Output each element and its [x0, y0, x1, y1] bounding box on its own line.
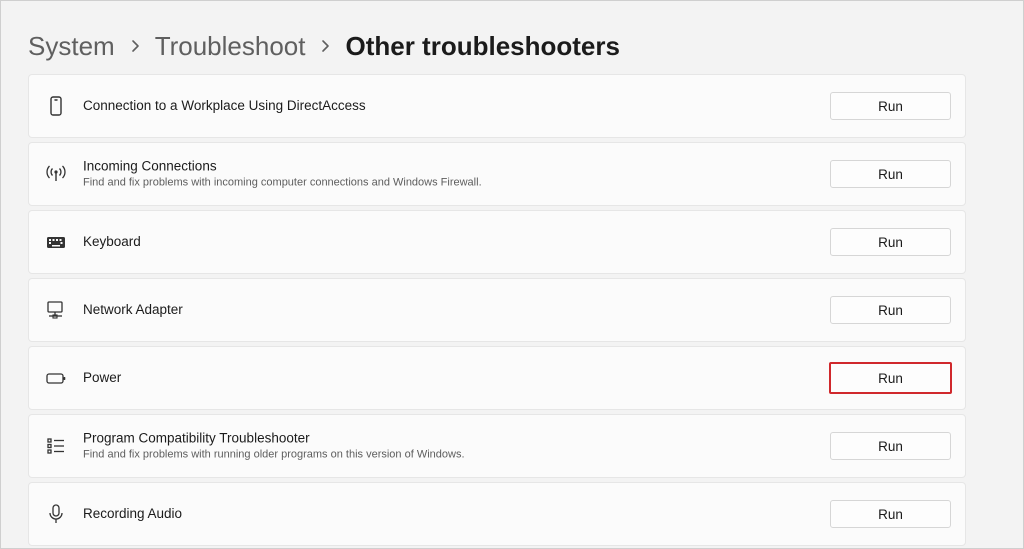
troubleshooter-item-power: Power Run [28, 346, 966, 410]
list-icon [45, 435, 67, 457]
troubleshooter-item-recording-audio: Recording Audio Run [28, 482, 966, 546]
keyboard-icon [45, 231, 67, 253]
run-button[interactable]: Run [830, 500, 951, 528]
troubleshooter-title: Network Adapter [83, 302, 183, 317]
battery-icon [45, 367, 67, 389]
troubleshooter-item-program-compatibility: Program Compatibility Troubleshooter Fin… [28, 414, 966, 478]
run-button[interactable]: Run [830, 228, 951, 256]
troubleshooter-title: Program Compatibility Troubleshooter [83, 430, 310, 446]
troubleshooter-title: Recording Audio [83, 506, 183, 521]
troubleshooter-title: Connection to a Workplace Using DirectAc… [83, 98, 366, 113]
troubleshooter-item-directaccess: Connection to a Workplace Using DirectAc… [28, 74, 966, 138]
breadcrumb-troubleshoot[interactable]: Troubleshoot [155, 28, 306, 64]
troubleshooter-description: Find and fix problems with running older… [83, 448, 465, 461]
run-button[interactable]: Run [830, 160, 951, 188]
run-button[interactable]: Run [829, 362, 952, 394]
troubleshooter-description: Find and fix problems with incoming comp… [83, 176, 482, 189]
run-button[interactable]: Run [830, 92, 951, 120]
run-button[interactable]: Run [830, 296, 951, 324]
chevron-right-icon [305, 28, 345, 64]
troubleshooter-item-network-adapter: Network Adapter Run [28, 278, 966, 342]
troubleshooter-item-incoming-connections: Incoming Connections Find and fix proble… [28, 142, 966, 206]
troubleshooter-title: Incoming Connections [83, 158, 217, 174]
page-title: Other troubleshooters [345, 31, 620, 61]
breadcrumb: System Troubleshoot Other troubleshooter… [28, 28, 620, 64]
chevron-right-icon [115, 28, 155, 64]
troubleshooter-title: Keyboard [83, 234, 141, 249]
phone-device-icon [45, 95, 67, 117]
microphone-icon [45, 503, 67, 525]
troubleshooter-title: Power [83, 370, 122, 385]
network-adapter-icon [45, 299, 67, 321]
run-button[interactable]: Run [830, 432, 951, 460]
troubleshooter-item-keyboard: Keyboard Run [28, 210, 966, 274]
wireless-signal-icon [45, 163, 67, 185]
breadcrumb-system[interactable]: System [28, 28, 115, 64]
